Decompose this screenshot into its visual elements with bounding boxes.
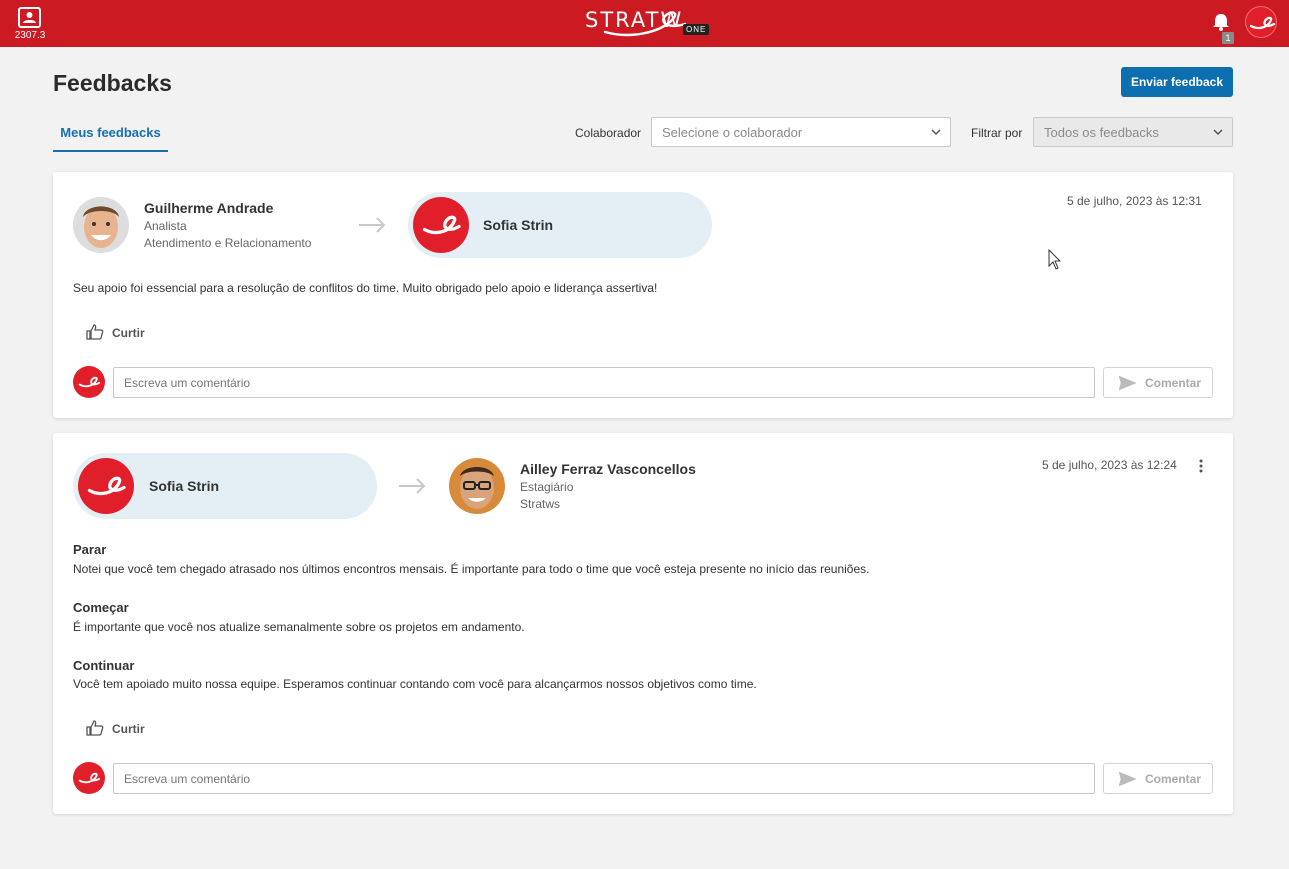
like-label: Curtir xyxy=(112,722,145,736)
comment-user-avatar xyxy=(73,366,105,398)
chevron-down-icon xyxy=(931,129,941,136)
thumbs-up-icon xyxy=(86,720,104,736)
section-title-start: Começar xyxy=(73,600,129,615)
like-label: Curtir xyxy=(112,326,145,340)
arrow-right-icon xyxy=(359,217,386,233)
send-icon xyxy=(1119,376,1136,390)
logo-badge: ONE xyxy=(683,24,710,35)
mouse-cursor-icon xyxy=(1048,249,1062,270)
notification-bell-icon[interactable] xyxy=(1211,12,1231,32)
send-icon xyxy=(1119,772,1136,786)
filter-select[interactable]: Todos os feedbacks xyxy=(1033,117,1233,147)
section-title-stop: Parar xyxy=(73,542,107,557)
comment-input[interactable] xyxy=(113,367,1095,398)
user-avatar[interactable] xyxy=(1245,6,1277,38)
notification-count-badge: 1 xyxy=(1222,32,1234,44)
receiver-avatar xyxy=(413,197,469,253)
filter-select-value: Todos os feedbacks xyxy=(1044,125,1159,140)
collaborator-select-placeholder: Selecione o colaborador xyxy=(662,125,803,140)
stratws-logo: STRATW ONE xyxy=(585,5,710,39)
receiver-department: Stratws xyxy=(520,497,561,511)
feedback-date: 5 de julho, 2023 às 12:31 xyxy=(1067,194,1202,208)
sender-avatar xyxy=(78,458,134,514)
app-version: 2307.3 xyxy=(14,30,46,41)
sender-avatar xyxy=(73,197,129,253)
tab-my-feedbacks[interactable]: Meus feedbacks xyxy=(53,116,168,152)
chevron-down-icon xyxy=(1213,129,1223,136)
receiver-pill: Sofia Strin xyxy=(408,192,712,258)
receiver-avatar xyxy=(449,458,505,514)
more-options-icon[interactable] xyxy=(1199,459,1203,473)
sender-role: Analista xyxy=(144,219,187,233)
section-text-stop: Notei que você tem chegado atrasado nos … xyxy=(73,562,870,576)
sender-name: Guilherme Andrade xyxy=(144,200,274,216)
comment-button-label: Comentar xyxy=(1145,772,1202,786)
feedback-card: Guilherme Andrade Analista Atendimento e… xyxy=(53,172,1233,418)
sender-name: Sofia Strin xyxy=(149,478,220,494)
thumbs-up-icon xyxy=(86,324,104,340)
comment-button-label: Comentar xyxy=(1145,376,1202,390)
receiver-role: Estagiário xyxy=(520,480,574,494)
feedback-message: Seu apoio foi essencial para a resolução… xyxy=(73,281,658,295)
profile-card-icon[interactable] xyxy=(18,7,41,28)
receiver-name: Sofia Strin xyxy=(483,217,554,233)
page-title: Feedbacks xyxy=(53,70,172,96)
section-text-continue: Você tem apoiado muito nossa equipe. Esp… xyxy=(73,677,757,691)
comment-button[interactable]: Comentar xyxy=(1103,367,1213,398)
filter-label: Filtrar por xyxy=(971,126,1023,140)
comment-user-avatar xyxy=(73,762,105,794)
top-bar: 2307.3 STRATW ONE 1 xyxy=(0,0,1289,47)
comment-button[interactable]: Comentar xyxy=(1103,763,1213,794)
comment-input[interactable] xyxy=(113,763,1095,794)
send-feedback-button[interactable]: Enviar feedback xyxy=(1121,67,1233,97)
collaborator-select[interactable]: Selecione o colaborador xyxy=(651,117,951,147)
arrow-right-icon xyxy=(399,478,426,494)
feedback-card: Sofia Strin Ailley Ferraz Vasconcellos E… xyxy=(53,433,1233,814)
sender-pill: Sofia Strin xyxy=(73,453,377,519)
feedback-date: 5 de julho, 2023 às 12:24 xyxy=(1042,458,1177,472)
section-text-start: É importante que você nos atualize seman… xyxy=(73,620,525,634)
section-title-continue: Continuar xyxy=(73,658,135,673)
collaborator-label: Colaborador xyxy=(575,126,642,140)
receiver-name: Ailley Ferraz Vasconcellos xyxy=(520,461,696,477)
sender-department: Atendimento e Relacionamento xyxy=(144,236,312,250)
